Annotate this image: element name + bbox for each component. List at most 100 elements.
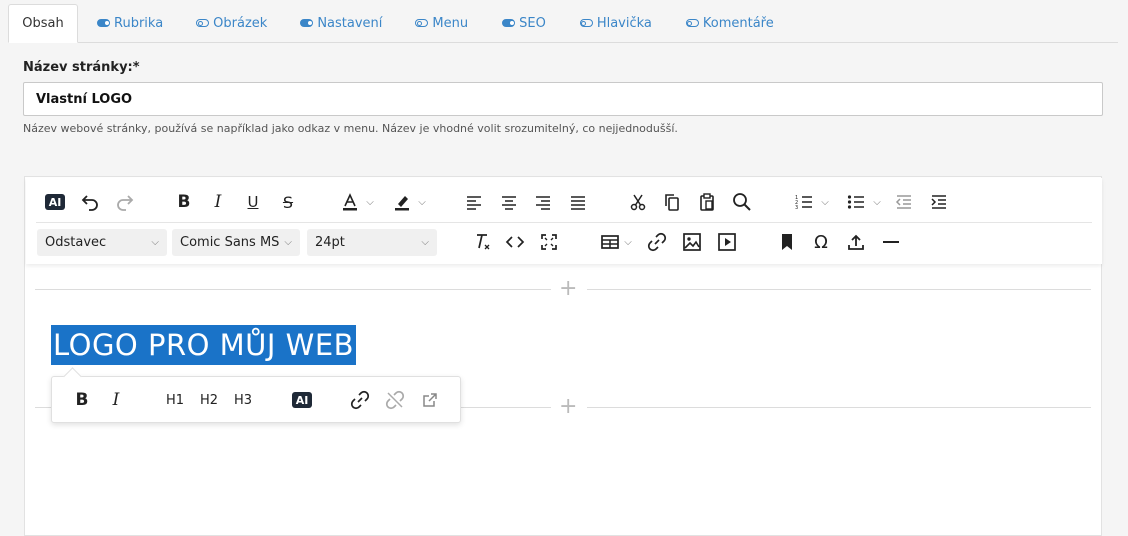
bullet-list-icon	[848, 195, 865, 209]
special-char-button[interactable]: Ω	[809, 230, 833, 254]
tab-bar: Obsah Rubrika Obrázek Nastavení Menu SEO…	[8, 4, 1118, 43]
text-color-icon	[343, 193, 358, 211]
ai-button[interactable]: AI	[44, 190, 66, 214]
block-divider	[35, 289, 551, 290]
h2-label: H2	[199, 392, 219, 408]
align-right-button[interactable]	[531, 190, 555, 214]
tab-label: Komentáře	[702, 15, 774, 31]
strikethrough-button[interactable]: S	[276, 190, 300, 214]
block-format-value: Odstavec	[45, 235, 107, 250]
align-center-button[interactable]	[497, 190, 521, 214]
fullscreen-button[interactable]	[537, 230, 561, 254]
add-block-icon[interactable]: +	[559, 396, 577, 418]
align-left-button[interactable]	[462, 190, 486, 214]
font-size-select[interactable]: 24pt ⌵	[307, 229, 437, 256]
chevron-down-icon: ⌵	[821, 196, 829, 208]
text-color-button[interactable]: ⌵	[335, 190, 379, 214]
tab-komentare[interactable]: Komentáře	[685, 4, 774, 42]
bubble-unlink-button[interactable]	[383, 389, 407, 411]
bubble-h2-button[interactable]: H2	[196, 389, 222, 411]
upload-button[interactable]	[844, 230, 868, 254]
chevron-down-icon: ⌵	[873, 196, 881, 208]
indent-icon	[931, 195, 946, 209]
clear-format-button[interactable]	[470, 230, 494, 254]
align-left-icon	[467, 196, 481, 210]
h3-label: H3	[233, 392, 253, 408]
unlink-icon	[385, 390, 405, 410]
bullet-list-button[interactable]: ⌵	[841, 190, 887, 214]
paste-button[interactable]	[695, 190, 719, 214]
font-size-value: 24pt	[315, 235, 345, 250]
tab-label: Menu	[432, 15, 469, 31]
redo-button[interactable]	[113, 190, 137, 214]
page-title-input[interactable]	[23, 82, 1103, 116]
special-char-icon: Ω	[814, 231, 828, 253]
align-justify-icon	[571, 196, 585, 210]
italic-button[interactable]: I	[206, 190, 230, 214]
tab-label: SEO	[519, 15, 546, 31]
bubble-italic-button[interactable]: I	[104, 389, 128, 411]
toggle-off-icon	[415, 19, 429, 27]
copy-button[interactable]	[660, 190, 684, 214]
chevron-down-icon: ⌵	[418, 196, 426, 208]
tab-menu[interactable]: Menu	[415, 4, 468, 42]
selected-heading[interactable]: LOGO PRO MŮJ WEB	[51, 325, 357, 365]
image-icon	[683, 233, 701, 251]
font-family-select[interactable]: Comic Sans MS ⌵	[172, 229, 300, 256]
image-button[interactable]	[680, 230, 704, 254]
fullscreen-icon	[541, 234, 557, 250]
numbered-list-button[interactable]: 123 ⌵	[789, 190, 835, 214]
bubble-bold-button[interactable]: B	[70, 389, 94, 411]
editor-toolbar: AI B I U S ⌵ ⌵ 1 2 3 ⌵ ⌵ Odstavec ⌵ Comi…	[26, 178, 1102, 264]
code-button[interactable]	[503, 230, 527, 254]
tab-obrazek[interactable]: Obrázek	[196, 4, 267, 42]
bubble-h3-button[interactable]: H3	[230, 389, 256, 411]
cut-button[interactable]	[626, 190, 650, 214]
chevron-down-icon: ⌵	[284, 237, 292, 248]
copy-icon	[665, 194, 679, 211]
table-button[interactable]: ⌵	[596, 230, 636, 254]
underline-icon: U	[247, 193, 259, 211]
search-button[interactable]	[730, 190, 754, 214]
horizontal-rule-icon	[883, 241, 899, 243]
indent-button[interactable]	[927, 190, 951, 214]
cut-icon	[630, 194, 646, 211]
link-button[interactable]	[645, 230, 669, 254]
code-icon	[505, 236, 525, 248]
add-block-icon[interactable]: +	[559, 278, 577, 300]
underline-button[interactable]: U	[241, 190, 265, 214]
block-format-select[interactable]: Odstavec ⌵	[37, 229, 167, 256]
tab-nastaveni[interactable]: Nastavení	[300, 4, 382, 42]
bubble-link-button[interactable]	[348, 389, 372, 411]
media-button[interactable]	[715, 230, 739, 254]
bubble-open-link-button[interactable]	[418, 389, 442, 411]
clear-format-icon	[477, 234, 490, 250]
tab-rubrika[interactable]: Rubrika	[97, 4, 163, 42]
svg-text:3: 3	[795, 205, 798, 211]
undo-button[interactable]	[78, 190, 102, 214]
toggle-off-icon	[685, 19, 699, 27]
tab-label: Nastavení	[317, 15, 383, 31]
rich-text-editor: AI B I U S ⌵ ⌵ 1 2 3 ⌵ ⌵ Odstavec ⌵ Comi…	[24, 176, 1102, 536]
tab-hlavicka[interactable]: Hlavička	[579, 4, 652, 42]
toggle-on-icon	[300, 19, 314, 27]
bubble-ai-button[interactable]: AI	[290, 389, 314, 411]
outdent-button[interactable]	[892, 190, 916, 214]
horizontal-rule-button[interactable]	[879, 230, 903, 254]
align-justify-button[interactable]	[566, 190, 590, 214]
bubble-h1-button[interactable]: H1	[162, 389, 188, 411]
search-icon	[733, 193, 751, 211]
upload-icon	[848, 234, 864, 250]
font-family-value: Comic Sans MS	[180, 235, 280, 250]
align-right-icon	[536, 196, 550, 210]
inline-format-toolbar: B I H1 H2 H3 AI	[51, 376, 461, 423]
tab-obsah[interactable]: Obsah	[8, 4, 78, 43]
highlight-button[interactable]: ⌵	[387, 190, 431, 214]
toggle-on-icon	[97, 19, 110, 27]
numbered-list-icon: 123	[795, 195, 813, 211]
tab-seo[interactable]: SEO	[502, 4, 546, 42]
bookmark-button[interactable]	[775, 230, 799, 254]
bold-button[interactable]: B	[172, 190, 196, 214]
outdent-icon	[895, 195, 911, 209]
italic-icon: I	[214, 192, 222, 212]
